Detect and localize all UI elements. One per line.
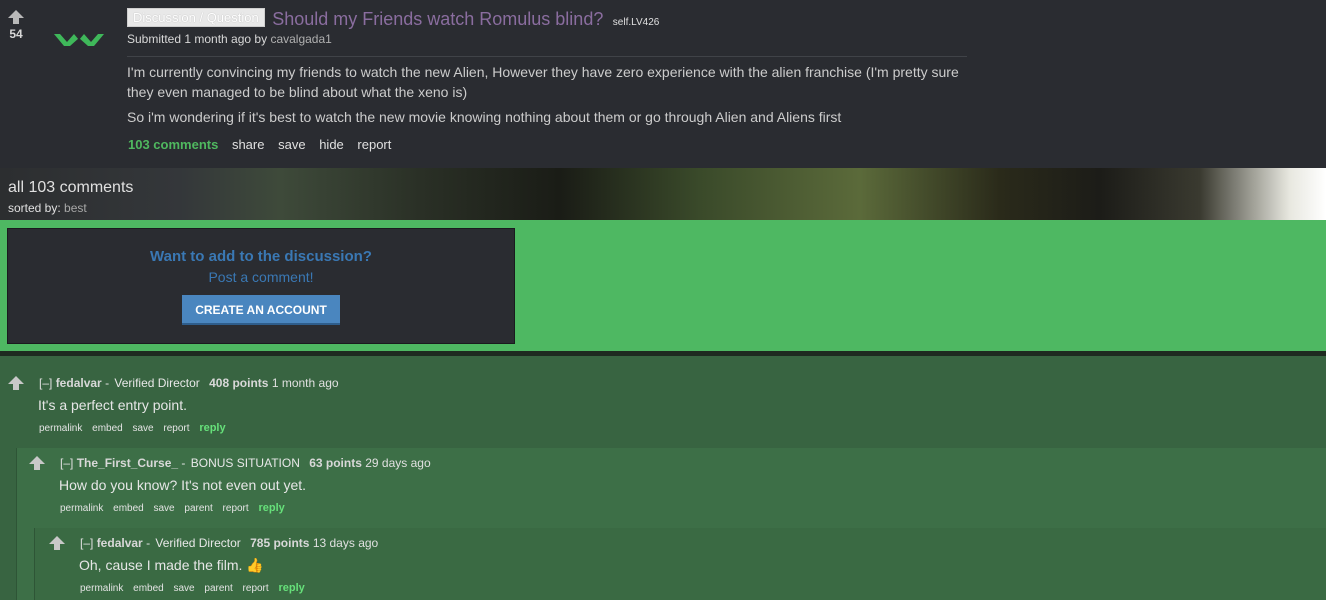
login-prompt-area: Want to add to the discussion? Post a co…: [0, 220, 1326, 351]
sort-control: sorted by: best: [8, 201, 87, 215]
permalink-link[interactable]: permalink: [80, 583, 123, 594]
weyland-yutani-logo[interactable]: [54, 30, 104, 48]
vote-column: 54: [6, 10, 26, 41]
upvote-arrow-icon[interactable]: [49, 536, 65, 550]
save-link[interactable]: save: [154, 503, 175, 514]
comment-tagline: [–] The_First_Curse_ - BONUS SITUATION 6…: [60, 456, 431, 470]
comments-link[interactable]: 103 comments: [128, 137, 218, 152]
cta-heading: Want to add to the discussion?: [150, 248, 372, 265]
comment: [–] fedalvar - Verified Director 785 poi…: [34, 528, 1326, 600]
post-title-line: Discussion / Question Should my Friends …: [127, 8, 659, 30]
user-flair: BONUS SITUATION: [190, 456, 300, 470]
post-body-paragraph: I'm currently convincing my friends to w…: [127, 64, 959, 100]
sort-label: sorted by:: [8, 201, 61, 215]
post-flair[interactable]: Discussion / Question: [127, 8, 265, 27]
thumbs-up-emoji: 👍: [246, 557, 264, 573]
post-body-paragraph: So i'm wondering if it's best to watch t…: [127, 109, 842, 125]
collapse-toggle[interactable]: [–]: [39, 376, 52, 390]
comment-time: 29 days ago: [365, 456, 431, 470]
post-body: I'm currently convincing my friends to w…: [127, 56, 967, 132]
post-author[interactable]: cavalgada1: [270, 32, 331, 46]
share-button[interactable]: share: [232, 137, 265, 152]
login-prompt-box: Want to add to the discussion? Post a co…: [7, 228, 515, 344]
comment-body-text: Oh, cause I made the film.: [79, 557, 243, 573]
save-link[interactable]: save: [174, 583, 195, 594]
user-flair: Verified Director: [155, 536, 241, 550]
comments-count-title: all 103 comments: [8, 179, 134, 196]
reply-link[interactable]: reply: [258, 502, 284, 514]
upvote-arrow-icon[interactable]: [8, 376, 24, 390]
post-actions: 103 comments share save hide report: [128, 137, 401, 152]
comment-body: It's a perfect entry point.: [38, 397, 187, 413]
comment-author[interactable]: fedalvar: [97, 536, 143, 550]
save-button[interactable]: save: [278, 137, 305, 152]
comment-actions: permalink embed save parent report reply: [80, 582, 312, 594]
embed-link[interactable]: embed: [113, 503, 144, 514]
report-link[interactable]: report: [243, 583, 269, 594]
permalink-link[interactable]: permalink: [39, 423, 82, 434]
comment-actions: permalink embed save parent report reply: [60, 502, 292, 514]
comment-body: How do you know? It's not even out yet.: [59, 477, 307, 493]
embed-link[interactable]: embed: [92, 423, 123, 434]
report-link[interactable]: report: [223, 503, 249, 514]
comments-banner: all 103 comments sorted by: best: [0, 168, 1326, 220]
post-title[interactable]: Should my Friends watch Romulus blind?: [272, 9, 603, 29]
comment-actions: permalink embed save report reply: [39, 422, 233, 434]
embed-link[interactable]: embed: [133, 583, 164, 594]
create-account-button[interactable]: CREATE AN ACCOUNT: [182, 295, 340, 325]
comment-time: 13 days ago: [312, 536, 379, 550]
upvote-arrow-icon[interactable]: [8, 10, 24, 24]
comment-time: 1 month ago: [271, 376, 339, 390]
report-link[interactable]: report: [163, 423, 189, 434]
separator: -: [105, 376, 110, 390]
separator: -: [146, 536, 151, 550]
comment-tagline: [–] fedalvar - Verified Director 785 poi…: [80, 536, 378, 550]
comment-points: 785 points: [250, 536, 310, 550]
post-tagline: Submitted 1 month ago by cavalgada1: [127, 32, 332, 46]
comment-author[interactable]: fedalvar: [56, 376, 102, 390]
sort-dropdown[interactable]: best: [64, 201, 87, 215]
comment-area: [–] fedalvar - Verified Director 408 poi…: [0, 356, 1326, 600]
comment-points: 408 points: [209, 376, 269, 390]
comment-body: Oh, cause I made the film. 👍: [79, 557, 264, 574]
user-flair: Verified Director: [114, 376, 200, 390]
cta-subheading: Post a comment!: [208, 269, 314, 285]
collapse-toggle[interactable]: [–]: [80, 536, 93, 550]
parent-link[interactable]: parent: [204, 583, 232, 594]
comment-author[interactable]: The_First_Curse_: [77, 456, 178, 470]
comment-points: 63 points: [309, 456, 362, 470]
submitted-text: Submitted 1 month ago by: [127, 32, 268, 46]
upvote-arrow-icon[interactable]: [29, 456, 45, 470]
report-button[interactable]: report: [357, 137, 391, 152]
collapse-toggle[interactable]: [–]: [60, 456, 73, 470]
reply-link[interactable]: reply: [199, 422, 225, 434]
save-link[interactable]: save: [133, 423, 154, 434]
parent-link[interactable]: parent: [184, 503, 212, 514]
reply-link[interactable]: reply: [278, 582, 304, 594]
separator: -: [181, 456, 186, 470]
comment-tagline: [–] fedalvar - Verified Director 408 poi…: [39, 376, 339, 390]
permalink-link[interactable]: permalink: [60, 503, 103, 514]
post-domain[interactable]: self.LV426: [613, 17, 660, 28]
hide-button[interactable]: hide: [319, 137, 344, 152]
post-score: 54: [9, 27, 23, 41]
post-container: 54 Discussion / Question Should my Frien…: [0, 0, 1326, 168]
